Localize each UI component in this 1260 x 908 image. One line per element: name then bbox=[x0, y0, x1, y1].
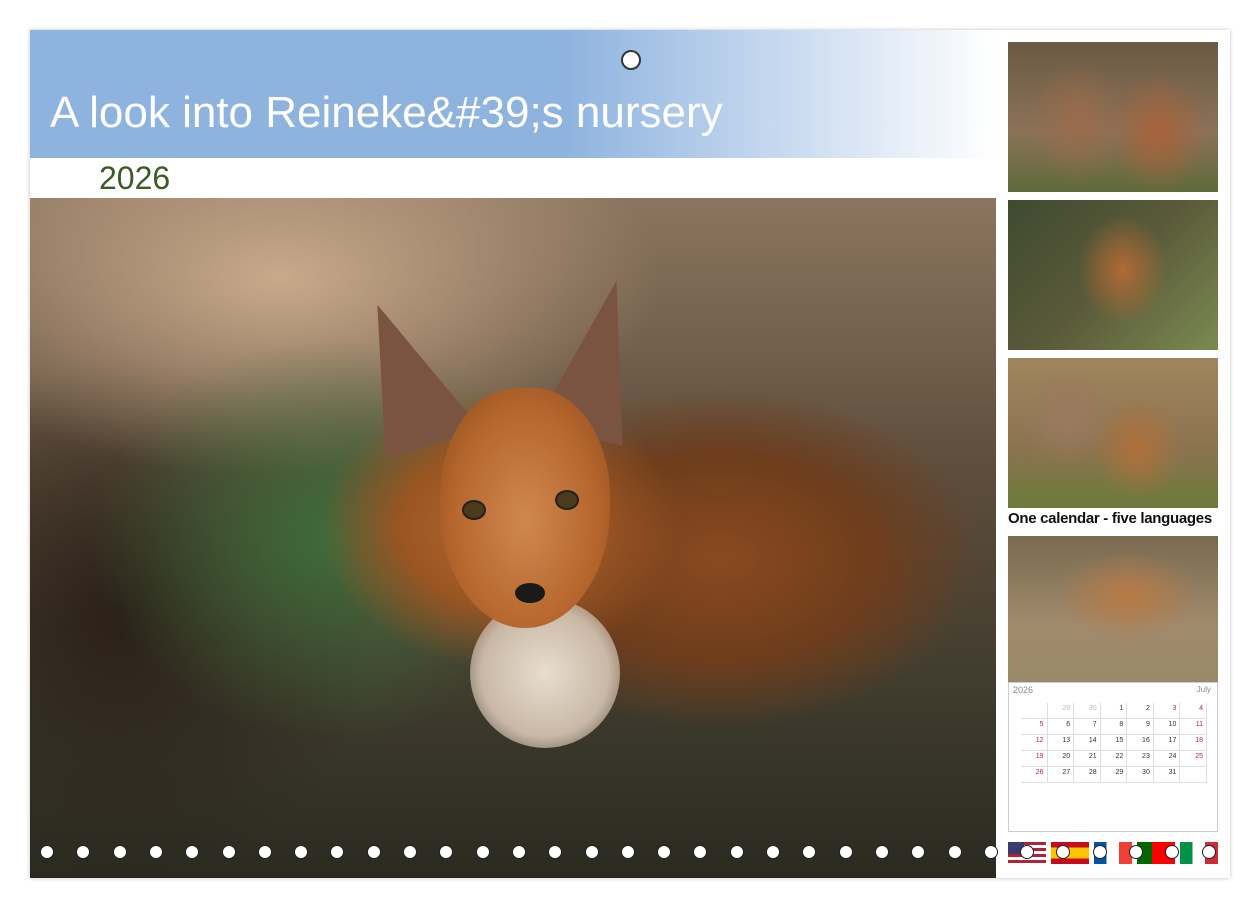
binding-hole-icon bbox=[76, 845, 91, 859]
day-cell: 17 bbox=[1153, 735, 1181, 751]
day-cell: 19 bbox=[1021, 751, 1048, 767]
binding-hole-icon bbox=[148, 845, 163, 859]
preview-grid: 29 30 1 2 3 4 5 6 7 8 9 10 11 12 13 14 1… bbox=[1021, 703, 1207, 828]
binding-hole-icon bbox=[911, 845, 926, 859]
binding-hole-icon bbox=[693, 845, 708, 859]
binding-hole-icon bbox=[1092, 845, 1107, 859]
preview-year: 2026 bbox=[1013, 685, 1034, 695]
thumbnail-photo-3 bbox=[1008, 358, 1218, 508]
day-cell: 14 bbox=[1074, 735, 1101, 751]
day-cell bbox=[1180, 767, 1207, 783]
binding-hole-icon bbox=[874, 845, 889, 859]
binding-hole-icon bbox=[40, 845, 54, 859]
day-cell: 12 bbox=[1021, 735, 1048, 751]
calendar-title: A look into Reineke&#39;s nursery bbox=[50, 88, 723, 137]
calendar-page-preview: 2026 July 29 30 1 2 3 4 5 6 7 8 9 10 11 … bbox=[1008, 682, 1218, 832]
binding-hole-icon bbox=[584, 845, 599, 859]
fox-eye-right bbox=[555, 490, 579, 510]
binding-hole-icon bbox=[802, 845, 817, 859]
binding-hole-icon bbox=[1056, 845, 1071, 859]
binding-hole-icon bbox=[439, 845, 454, 859]
day-cell: 21 bbox=[1074, 751, 1101, 767]
title-band: A look into Reineke&#39;s nursery bbox=[30, 30, 996, 158]
tagline: One calendar - five languages bbox=[1008, 510, 1212, 527]
binding-hole-icon bbox=[511, 845, 526, 859]
binding-hole-icon bbox=[366, 845, 381, 859]
day-cell: 1 bbox=[1100, 703, 1128, 719]
binding-hole-icon bbox=[1165, 845, 1180, 859]
binding-hole-icon bbox=[1129, 845, 1143, 859]
day-cell: 29 bbox=[1100, 767, 1128, 783]
binding-hole-icon bbox=[185, 845, 200, 859]
preview-month: July bbox=[1196, 685, 1211, 694]
thumbnail-photo-2 bbox=[1008, 200, 1218, 350]
calendar-year: 2026 bbox=[99, 160, 171, 196]
day-cell: 24 bbox=[1153, 751, 1181, 767]
year-box: 2026 bbox=[91, 160, 996, 198]
binding-hole-icon bbox=[620, 845, 635, 859]
fox-eye-left bbox=[462, 500, 486, 520]
binding-hole-icon bbox=[947, 845, 962, 859]
hanger-hole-icon bbox=[621, 50, 641, 70]
day-cell: 16 bbox=[1127, 735, 1154, 751]
day-cell bbox=[1021, 703, 1048, 719]
day-cell: 26 bbox=[1021, 767, 1048, 783]
binding-hole-icon bbox=[330, 845, 345, 859]
fox-nose bbox=[515, 583, 545, 603]
day-cell: 18 bbox=[1180, 735, 1207, 751]
day-cell: 22 bbox=[1100, 751, 1128, 767]
binding-hole-icon bbox=[403, 845, 417, 859]
binding-hole-icon bbox=[548, 845, 563, 859]
day-cell: 11 bbox=[1180, 719, 1207, 735]
thumbnail-photo-4 bbox=[1008, 536, 1218, 684]
day-cell: 3 bbox=[1153, 703, 1181, 719]
binding-hole-icon bbox=[657, 845, 672, 859]
binding-hole-icon bbox=[1020, 845, 1035, 859]
day-cell: 31 bbox=[1153, 767, 1181, 783]
day-cell: 5 bbox=[1021, 719, 1048, 735]
day-cell: 25 bbox=[1180, 751, 1207, 767]
day-cell: 30 bbox=[1074, 703, 1101, 719]
binding-hole-icon bbox=[112, 845, 127, 859]
calendar-cover: A look into Reineke&#39;s nursery 2026 O… bbox=[30, 30, 1230, 878]
binding-hole-icon bbox=[475, 845, 490, 859]
day-cell: 9 bbox=[1127, 719, 1154, 735]
day-cell: 2 bbox=[1127, 703, 1154, 719]
day-cell: 13 bbox=[1047, 735, 1075, 751]
day-cell: 27 bbox=[1047, 767, 1075, 783]
binding-hole-icon bbox=[983, 845, 998, 859]
binding-hole-icon bbox=[1201, 845, 1216, 859]
binding-hole-icon bbox=[766, 845, 780, 859]
day-cell: 30 bbox=[1127, 767, 1154, 783]
fox-cub-main-photo bbox=[30, 198, 996, 878]
day-cell: 6 bbox=[1047, 719, 1075, 735]
binding-holes bbox=[40, 845, 1230, 863]
day-cell: 8 bbox=[1100, 719, 1128, 735]
binding-hole-icon bbox=[294, 845, 309, 859]
day-cell: 7 bbox=[1074, 719, 1101, 735]
binding-hole-icon bbox=[729, 845, 744, 859]
day-cell: 10 bbox=[1153, 719, 1181, 735]
day-cell: 29 bbox=[1047, 703, 1075, 719]
binding-hole-icon bbox=[257, 845, 272, 859]
binding-hole-icon bbox=[221, 845, 236, 859]
day-cell: 23 bbox=[1127, 751, 1154, 767]
day-cell: 4 bbox=[1180, 703, 1207, 719]
day-cell: 28 bbox=[1074, 767, 1101, 783]
day-cell: 15 bbox=[1100, 735, 1128, 751]
binding-hole-icon bbox=[838, 845, 853, 859]
day-cell: 20 bbox=[1047, 751, 1075, 767]
thumbnail-photo-1 bbox=[1008, 42, 1218, 192]
